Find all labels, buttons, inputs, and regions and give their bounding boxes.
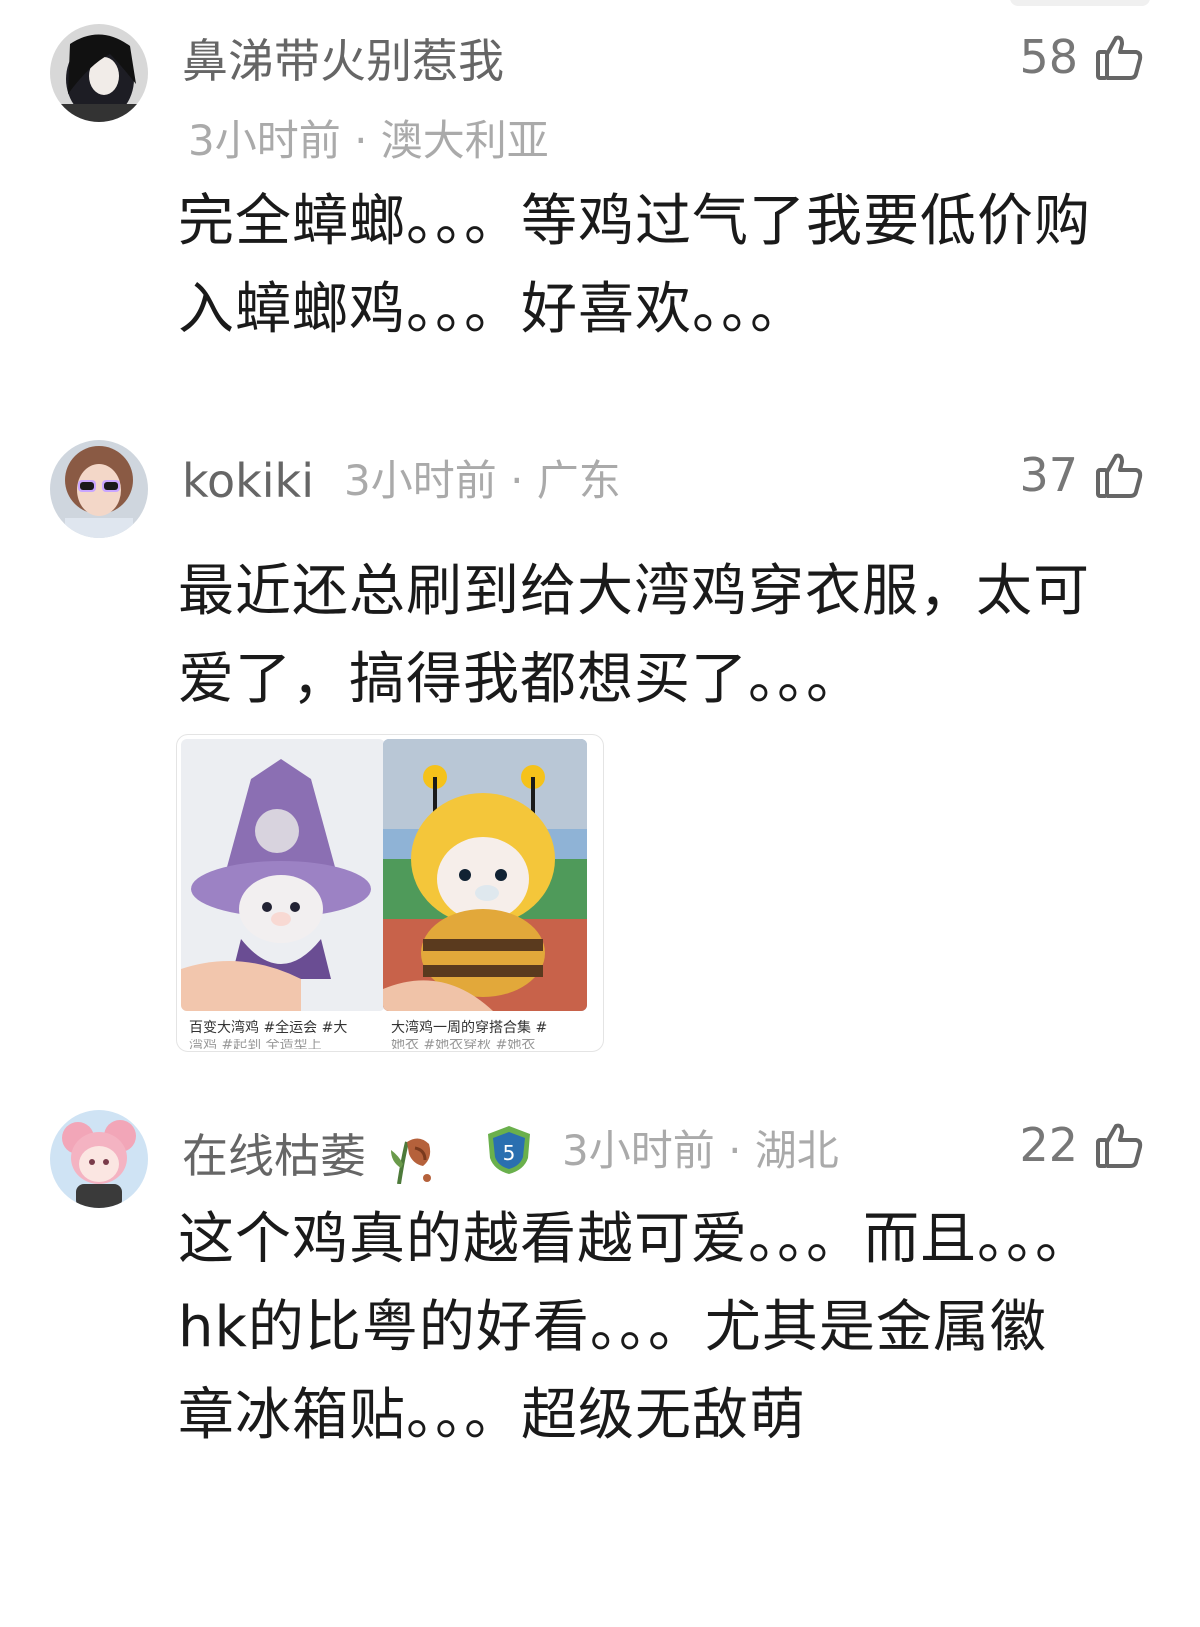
level-badge[interactable]: 5 [484,1124,534,1176]
thumbs-up-icon [1094,1120,1144,1170]
comment-text: 完全蟑螂。。。等鸡过气了我要低价购入蟑螂鸡。。。好喜欢。。。 [178,189,1091,342]
like-count: 58 [1019,30,1078,84]
wilted-flower-icon [385,1128,439,1191]
username[interactable]: 鼻涕带火别惹我 [182,38,504,84]
top-edge-tab [1010,0,1150,6]
like-count: 37 [1019,448,1078,502]
attachment-caption-overflow: 她衣 #她衣穿秋 #她衣 [391,1039,536,1049]
attachment-card[interactable]: 百变大湾鸡 #全运会 #大 湾鸡 #起到 全造型上 大湾鸡一周的穿搭合集 # 她… [176,734,604,1052]
comment-text: 最近还总刷到给大湾鸡穿衣服，太可爱了，搞得我都想买了。。。 [178,559,1090,712]
avatar[interactable] [50,1110,148,1208]
thumbs-up-icon [1094,32,1144,82]
like-count: 22 [1019,1118,1078,1172]
comment-meta: 3小时前 · 广东 [344,456,621,505]
thumbs-up-icon [1094,450,1144,500]
like-button[interactable]: 58 [1019,32,1144,82]
attachment-caption: 百变大湾鸡 #全运会 #大 [189,1020,348,1036]
avatar[interactable] [50,24,148,122]
comment-meta: 3小时前 · 湖北 [562,1126,839,1175]
badge-number: 5 [503,1141,516,1165]
comment-text: 这个鸡真的越看越可爱。。。而且。。。hk的比粤的好看。。。尤其是金属徽章冰箱贴。… [178,1207,1092,1448]
attachment-thumbnail[interactable] [383,739,587,1011]
username[interactable]: kokiki [182,458,314,504]
like-button[interactable]: 37 [1019,450,1144,500]
username-text: 在线枯萎 [182,1129,366,1183]
attachment-thumbnail[interactable] [181,739,385,1011]
attachment-caption: 大湾鸡一周的穿搭合集 # [391,1020,548,1036]
avatar[interactable] [50,440,148,538]
attachment-caption-overflow: 湾鸡 #起到 全造型上 [189,1039,322,1049]
like-button[interactable]: 22 [1019,1120,1144,1170]
username[interactable]: 在线枯萎 [182,1128,439,1191]
comment-meta: 3小时前 · 澳大利亚 [188,116,549,165]
